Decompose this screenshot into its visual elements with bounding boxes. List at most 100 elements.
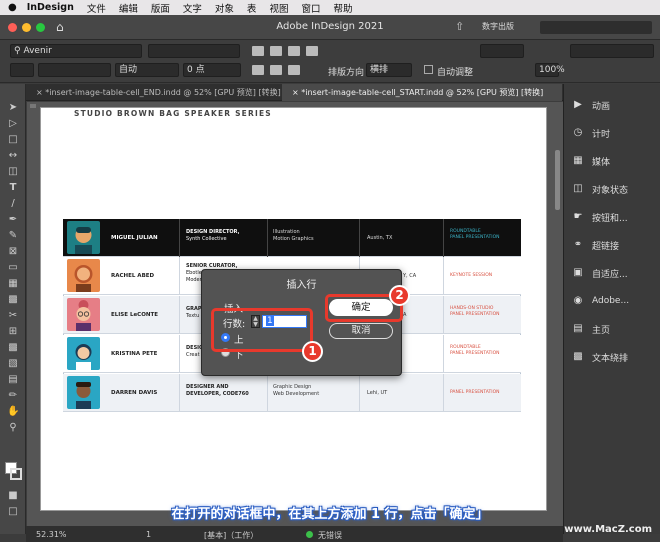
align-left-icon[interactable] [252,46,264,56]
menu-object[interactable]: 对象 [215,1,234,15]
type-line: PANEL PRESENTATION [450,312,500,317]
align-center-icon[interactable] [270,46,282,56]
title-line: Creat [186,352,200,358]
justify-icon[interactable] [306,46,318,56]
panel-item-liquid-layout[interactable]: ▣ 自适应... [572,263,628,283]
menu-type[interactable]: 文字 [183,1,202,15]
panel-item-label: 自适应... [592,269,628,280]
panel-item-label: 按钮和... [592,213,628,224]
style-field[interactable] [570,44,654,58]
align-spine-icon[interactable] [270,65,282,75]
leading-field[interactable]: 自动 [115,63,179,77]
speaker-location: Y, CA [403,273,417,279]
font-family-field[interactable]: ⚲ Avenir [10,44,142,58]
panel-item-object-states[interactable]: ◫ 对象状态 [572,179,628,199]
panel-item-label: Adobe... [592,296,630,306]
column-divider [443,296,444,334]
panel-item-text-wrap[interactable]: ▩ 文本绕排 [572,347,628,367]
menu-view[interactable]: 视图 [269,1,288,15]
zoom-level[interactable]: 52.31% [36,530,67,539]
scissors-tool-icon[interactable]: ✂ [7,310,19,322]
pen-tool-icon[interactable]: ✒ [7,214,19,226]
note-tool-icon[interactable]: ▤ [7,374,19,386]
font-size-field[interactable] [38,63,111,77]
panel-item-timing[interactable]: ◷ 计时 [572,123,610,143]
type-line: PANEL PRESENTATION [450,351,500,356]
eyedropper-tool-icon[interactable]: ✏ [7,390,19,402]
table-row[interactable]: MIGUEL JULIAN DESIGN DIRECTOR, Synth Coll… [63,219,521,257]
leading-value: 自动 [119,65,138,75]
workspace-switcher[interactable]: 数字出版 [482,21,514,32]
page-header: STUDIO BROWN BAG SPEAKER SERIES [74,109,272,118]
transform-tool-icon[interactable]: ⊞ [7,326,19,338]
apple-menu-icon[interactable]: ● [8,2,17,13]
menu-file[interactable]: 文件 [87,1,106,15]
avatar [67,376,100,409]
layout-direction-select[interactable]: 横排 [366,63,412,77]
zoom-field[interactable]: 100% [535,63,565,77]
search-input[interactable] [540,21,652,34]
column-divider [179,335,180,373]
content-collector-icon[interactable]: ◫ [7,166,19,178]
buttons-icon: ☛ [573,211,583,222]
panel-item-hyperlinks[interactable]: ⚭ 超链接 [572,235,619,255]
rectangle-tool-icon[interactable]: ▭ [7,262,19,274]
page-number[interactable]: 1 [146,530,151,539]
speaker-location: Lehi, UT [367,390,388,396]
auto-adjust-checkbox[interactable] [424,65,433,74]
justify-all-icon[interactable] [252,65,264,75]
close-tab-icon[interactable]: × [36,88,45,97]
table-row[interactable]: DARREN DAVIS DESIGNER AND DEVELOPER, CODE… [63,374,521,412]
gap-tool-icon[interactable]: ↔ [7,150,19,162]
column-divider [179,257,180,295]
tab-start-file-label: *insert-image-table-cell_START.indd @ 52… [301,88,544,97]
stroke-weight-field[interactable] [480,44,524,58]
tab-start-file[interactable]: × *insert-image-table-cell_START.indd @ … [282,84,562,101]
grid-tool-icon[interactable]: ▩ [7,294,19,306]
tab-end-file[interactable]: × *insert-image-table-cell_END.indd @ 52… [26,84,282,101]
pencil-tool-icon[interactable]: ✎ [7,230,19,242]
liquid-layout-icon: ▣ [573,267,583,278]
avatar [67,259,100,292]
avatar [67,221,100,254]
align-away-icon[interactable] [288,65,300,75]
line-tool-icon[interactable]: / [7,198,19,210]
panel-item-buttons[interactable]: ☛ 按钮和... [572,207,628,227]
frame-tool-icon[interactable]: ⊠ [7,246,19,258]
gradient-feather-icon[interactable]: ▧ [7,358,19,370]
font-size-stepper[interactable] [10,63,34,77]
tutorial-caption: 在打开的对话框中，在其上方添加 1 行，点击「确定」 [171,507,489,522]
hand-tool-icon[interactable]: ✋ [7,406,19,418]
font-style-field[interactable] [148,44,240,58]
style-indicator[interactable]: [基本]（工作） [204,530,258,541]
animation-icon: ▶ [574,99,582,110]
column-divider [267,219,268,257]
stroke-color-swatch[interactable] [10,468,22,480]
preflight-status[interactable]: 无错误 [318,530,342,541]
gradient-tool-icon[interactable]: ▩ [7,342,19,354]
search-icon: ⚲ [14,46,21,56]
menu-layout[interactable]: 版面 [151,1,170,15]
share-icon[interactable]: ⇧ [455,20,464,33]
menu-help[interactable]: 帮助 [333,1,352,15]
panel-item-adobe[interactable]: ◉ Adobe... [572,291,629,311]
app-menu[interactable]: InDesign [27,2,74,13]
panel-item-media[interactable]: ▦ 媒体 [572,151,610,171]
page-tool-icon[interactable]: □ [7,134,19,146]
menu-edit[interactable]: 编辑 [119,1,138,15]
zoom-tool-icon[interactable]: ⚲ [7,422,19,434]
align-right-icon[interactable] [288,46,300,56]
menu-table[interactable]: 表 [247,1,257,15]
column-divider [443,257,444,295]
tracking-field[interactable]: 0 点 [183,63,241,77]
panel-item-animation[interactable]: ▶ 动画 [572,95,610,115]
selection-tool-icon[interactable]: ➤ [7,102,19,114]
vertical-scrollbar[interactable] [555,150,560,210]
panel-item-pages[interactable]: ▤ 主页 [572,319,610,339]
table-tool-icon[interactable]: ▦ [7,278,19,290]
type-tool-icon[interactable]: T [7,182,19,194]
menu-window[interactable]: 窗口 [301,1,320,15]
close-tab-icon[interactable]: × [292,88,301,97]
cancel-button[interactable]: 取消 [329,323,393,339]
direct-selection-icon[interactable]: ▷ [7,118,19,130]
